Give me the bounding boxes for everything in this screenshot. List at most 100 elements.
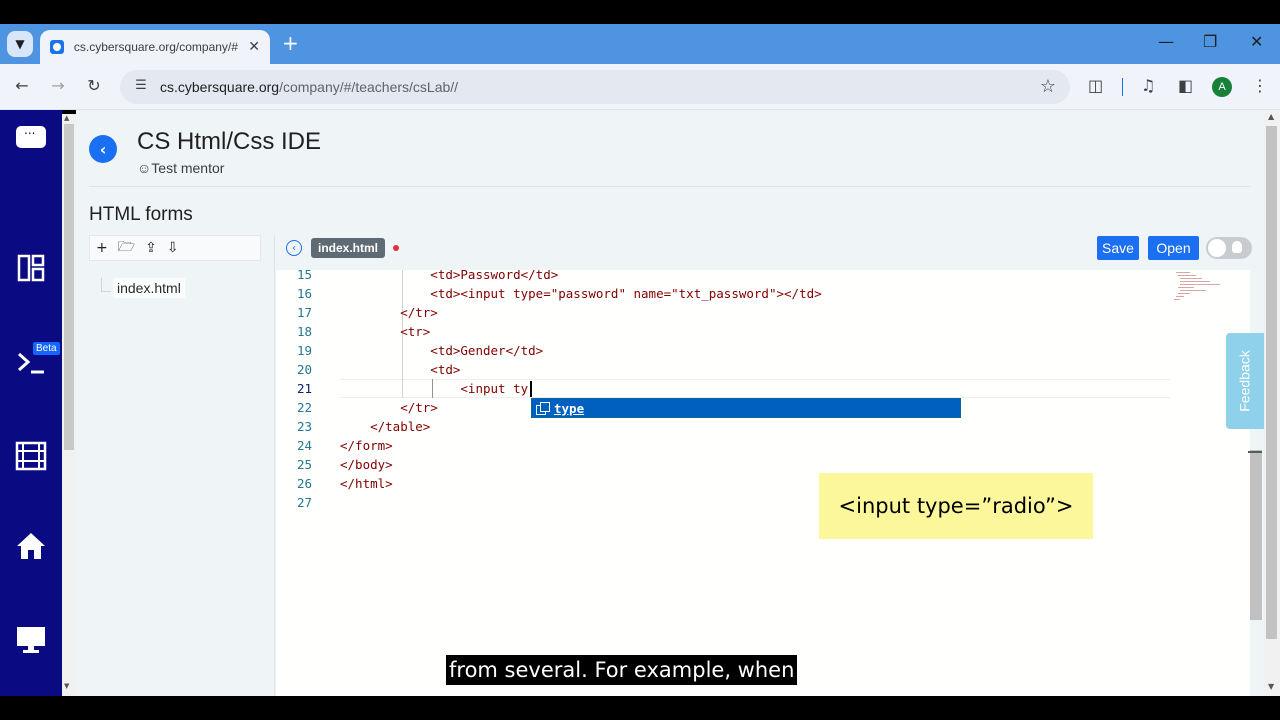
code-line: </html>: [340, 476, 393, 491]
back-button[interactable]: ‹: [89, 135, 117, 163]
mentor-name: Test mentor: [151, 160, 225, 176]
video-caption: from several. For example, when: [446, 655, 798, 685]
unsaved-indicator: [393, 245, 400, 251]
open-button[interactable]: Open: [1148, 236, 1199, 260]
window-scroll-thumb[interactable]: [1266, 126, 1277, 639]
browser-tabstrip: ▼ cs.cybersquare.org/company/# ✕ + — ❐ ✕: [0, 24, 1280, 64]
minimize-icon[interactable]: —: [1158, 32, 1174, 51]
section-title: HTML forms: [89, 204, 193, 225]
code-line: <td>Gender</td>: [340, 343, 544, 358]
code-line: <td>: [340, 362, 461, 377]
ide-main: ‹ CS Html/Css IDE ☺Test mentor HTML form…: [76, 110, 1264, 696]
code-line: </form>: [340, 438, 393, 453]
lightbulb-icon: [1232, 241, 1242, 253]
save-button[interactable]: Save: [1097, 236, 1139, 260]
scroll-down-icon[interactable]: ▼: [1268, 682, 1274, 691]
tab-search-button[interactable]: ▼: [7, 31, 33, 57]
scroll-down-icon[interactable]: ▼: [64, 682, 69, 690]
property-icon: [536, 402, 550, 415]
line-number: 18: [296, 324, 312, 339]
code-line: <tr>: [340, 324, 431, 339]
new-tab-icon[interactable]: +: [282, 32, 299, 54]
line-number: 19: [296, 343, 312, 358]
line-number-active: 21: [296, 381, 312, 396]
scroll-up-icon[interactable]: ▲: [1268, 112, 1274, 121]
line-number: 23: [296, 419, 312, 434]
line-number: 26: [296, 476, 312, 491]
collapse-explorer-icon[interactable]: ‹: [286, 240, 302, 256]
address-bar[interactable]: ☰ cs.cybersquare.org/company/#/teachers/…: [120, 70, 1070, 104]
desktop-icon[interactable]: [0, 622, 62, 658]
browser-toolbar: ← → ↻ ☰ cs.cybersquare.org/company/#/tea…: [0, 64, 1280, 110]
code-editor[interactable]: 15 16 17 18 19 20 21 22 23 24 25 26 27 <…: [276, 270, 1250, 696]
code-line-active: <input ty: [340, 381, 529, 396]
mentor-label: ☺Test mentor: [137, 160, 224, 176]
site-info-icon[interactable]: ☰: [132, 78, 150, 96]
site-favicon-icon: [50, 40, 64, 54]
toggle-knob: [1208, 239, 1226, 257]
extensions-icon[interactable]: ◫: [1088, 76, 1103, 95]
tab-title: cs.cybersquare.org/company/#: [73, 40, 238, 54]
theme-toggle[interactable]: [1206, 237, 1252, 259]
browser-menu-icon[interactable]: ⋮: [1252, 76, 1268, 95]
side-panel-icon[interactable]: ◧: [1178, 76, 1193, 95]
video-letterbox-top: [0, 0, 1280, 24]
file-toolbar: + 🗁 ⇪ ⇩: [89, 235, 261, 261]
code-line: <td><input type="password" name="txt_pas…: [340, 286, 822, 301]
chat-icon[interactable]: [0, 123, 62, 150]
scroll-thumb[interactable]: [64, 124, 74, 450]
new-folder-icon[interactable]: 🗁: [118, 236, 135, 260]
line-number: 17: [296, 305, 312, 320]
line-number: 20: [296, 362, 312, 377]
code-line: </table>: [340, 419, 431, 434]
editor-scroll-thumb[interactable]: [1250, 450, 1262, 620]
reload-icon[interactable]: ↻: [83, 76, 105, 95]
page-title: CS Html/Css IDE: [137, 128, 322, 155]
text-cursor: [530, 381, 532, 397]
profile-avatar[interactable]: A: [1212, 77, 1232, 97]
file-tree-connector: [101, 278, 111, 292]
feedback-tab[interactable]: Feedback: [1226, 333, 1264, 429]
code-minimap[interactable]: [1174, 270, 1222, 310]
upload-icon[interactable]: ⇪: [145, 240, 157, 256]
feedback-label: Feedback: [1237, 350, 1254, 412]
app-sidebar: Beta: [0, 110, 62, 696]
back-arrow-icon[interactable]: ←: [11, 76, 33, 95]
line-number: 24: [296, 438, 312, 453]
tutorial-callout: <input type=”radio”>: [819, 473, 1093, 539]
close-window-icon[interactable]: ✕: [1250, 32, 1263, 51]
film-icon[interactable]: [0, 438, 62, 474]
restore-icon[interactable]: ❐: [1203, 32, 1217, 51]
code-line: </body>: [340, 457, 393, 472]
line-number: 15: [296, 270, 312, 282]
dashboard-icon[interactable]: [0, 250, 62, 286]
new-file-icon[interactable]: +: [96, 240, 108, 256]
download-icon[interactable]: ⇩: [167, 240, 179, 256]
autocomplete-suggestion[interactable]: type: [531, 398, 961, 418]
line-number: 25: [296, 457, 312, 472]
media-control-icon[interactable]: ♫: [1141, 76, 1155, 95]
home-icon[interactable]: [0, 528, 62, 564]
file-item-index-html[interactable]: index.html: [113, 278, 185, 298]
code-line: <td>Password</td>: [340, 270, 559, 282]
window-scrollbar[interactable]: ▲ ▼: [1264, 110, 1280, 696]
scroll-up-icon[interactable]: ▲: [64, 114, 69, 122]
file-panel-divider: [274, 235, 275, 696]
editor-tabbar: ‹ index.html: [286, 238, 400, 258]
code-line: </tr>: [340, 400, 438, 415]
video-letterbox-bottom: [0, 696, 1280, 720]
cursor-position-marker: [1248, 451, 1262, 453]
tab-close-icon[interactable]: ✕: [248, 39, 260, 55]
bookmark-star-icon[interactable]: ☆: [1040, 76, 1056, 97]
beta-badge: Beta: [33, 342, 60, 355]
browser-tab[interactable]: cs.cybersquare.org/company/# ✕: [40, 30, 270, 64]
line-number-gutter: 15 16 17 18 19 20 21 22 23 24 25 26 27: [276, 270, 316, 696]
toolbar-separator: [1122, 78, 1123, 96]
page-scrollbar[interactable]: ▲ ▼: [62, 114, 76, 696]
code-line: </tr>: [340, 305, 438, 320]
forward-arrow-icon[interactable]: →: [47, 76, 69, 95]
line-number: 22: [296, 400, 312, 415]
url-path: /company/#/teachers/csLab//: [279, 79, 459, 95]
editor-tab-index-html[interactable]: index.html: [311, 238, 386, 258]
suggestion-label: type: [554, 400, 585, 416]
